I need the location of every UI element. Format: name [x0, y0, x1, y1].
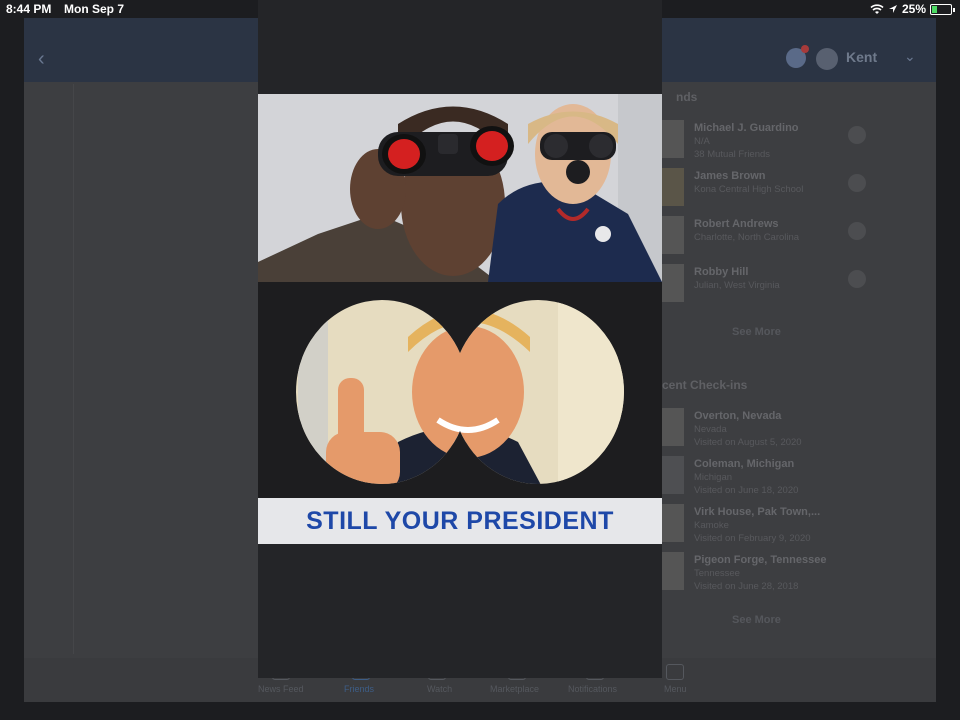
friend-mutual: 38 Mutual Friends — [694, 149, 771, 160]
friend-detail: N/A — [694, 136, 710, 147]
image-caption: STILL YOUR PRESIDENT — [306, 506, 614, 535]
caption-bar: STILL YOUR PRESIDENT — [258, 498, 662, 544]
friend-detail: Julian, West Virginia — [694, 280, 780, 291]
binoculars-photo-panel — [258, 94, 662, 282]
status-time: 8:44 PM — [6, 2, 52, 16]
checkin-item[interactable]: Coleman, Michigan Michigan Visited on Ju… — [662, 456, 882, 500]
checkin-region: Nevada — [694, 424, 727, 435]
nav-item-news-feed[interactable]: News Feed — [258, 684, 304, 694]
checkin-date: Visited on June 18, 2020 — [694, 485, 799, 496]
messenger-icon[interactable] — [786, 45, 809, 68]
friend-detail: Charlotte, North Carolina — [694, 232, 800, 243]
friend-thumbnail — [662, 216, 684, 254]
nav-item-watch[interactable]: Watch — [427, 684, 452, 694]
friend-item[interactable]: James Brown Kona Central High School — [662, 168, 882, 212]
wifi-icon — [870, 3, 884, 14]
checkin-thumbnail — [662, 456, 684, 494]
battery-percent: 25% — [901, 2, 926, 16]
checkin-date: Visited on February 9, 2020 — [694, 533, 811, 544]
menu-icon[interactable] — [666, 664, 684, 680]
location-arrow-icon — [888, 5, 897, 13]
friend-name[interactable]: Robert Andrews — [694, 218, 779, 230]
binoculars-illustration — [258, 94, 662, 282]
nav-item-marketplace[interactable]: Marketplace — [490, 684, 539, 694]
chevron-down-icon[interactable]: ⌄ — [904, 48, 916, 65]
checkin-thumbnail — [662, 504, 684, 542]
profile-name[interactable]: Kent — [846, 49, 877, 65]
friend-item[interactable]: Robby Hill Julian, West Virginia — [662, 264, 882, 308]
add-friend-icon[interactable] — [848, 270, 866, 288]
meme-image[interactable]: STILL YOUR PRESIDENT — [258, 94, 662, 544]
checkin-region: Kamoke — [694, 520, 729, 531]
binocular-view-panel — [258, 282, 662, 498]
nav-item-friends[interactable]: Friends — [344, 684, 374, 694]
checkin-date: Visited on August 5, 2020 — [694, 437, 802, 448]
checkin-item[interactable]: Overton, Nevada Nevada Visited on August… — [662, 408, 882, 452]
checkin-name[interactable]: Pigeon Forge, Tennessee — [694, 554, 826, 566]
friend-name[interactable]: Michael J. Guardino — [694, 122, 799, 134]
avatar[interactable] — [816, 48, 838, 70]
left-column-divider — [54, 84, 74, 654]
battery-fill — [932, 5, 937, 13]
checkin-item[interactable]: Pigeon Forge, Tennessee Tennessee Visite… — [662, 552, 882, 596]
checkin-region: Tennessee — [694, 568, 740, 579]
friend-detail: Kona Central High School — [694, 184, 804, 195]
add-friend-icon[interactable] — [848, 126, 866, 144]
checkin-name[interactable]: Coleman, Michigan — [694, 458, 794, 470]
binocular-view-illustration — [258, 282, 662, 498]
checkin-name[interactable]: Overton, Nevada — [694, 410, 781, 422]
see-more-link[interactable]: See More — [732, 614, 781, 626]
checkin-item[interactable]: Virk House, Pak Town,... Kamoke Visited … — [662, 504, 882, 548]
friends-section-title: nds — [676, 90, 698, 104]
battery-icon — [930, 3, 955, 15]
checkin-date: Visited on June 28, 2018 — [694, 581, 799, 592]
friend-item[interactable]: Michael J. Guardino N/A 38 Mutual Friend… — [662, 120, 882, 164]
checkin-thumbnail — [662, 408, 684, 446]
checkin-name[interactable]: Virk House, Pak Town,... — [694, 506, 820, 518]
checkin-region: Michigan — [694, 472, 733, 483]
friend-name[interactable]: Robby Hill — [694, 266, 748, 278]
friend-name[interactable]: James Brown — [694, 170, 766, 182]
back-chevron-icon[interactable]: ‹ — [38, 48, 45, 71]
nav-item-menu[interactable]: Menu — [664, 684, 687, 694]
status-right: 25% — [870, 2, 955, 16]
checkins-section-title: cent Check-ins — [662, 378, 748, 392]
add-friend-icon[interactable] — [848, 174, 866, 192]
friend-thumbnail — [662, 264, 684, 302]
see-more-link[interactable]: See More — [732, 326, 781, 338]
friend-thumbnail — [662, 120, 684, 158]
nav-item-notifications[interactable]: Notifications — [568, 684, 617, 694]
friend-thumbnail — [662, 168, 684, 206]
add-friend-icon[interactable] — [848, 222, 866, 240]
friend-item[interactable]: Robert Andrews Charlotte, North Carolina — [662, 216, 882, 260]
checkin-thumbnail — [662, 552, 684, 590]
status-date: Mon Sep 7 — [64, 2, 125, 16]
